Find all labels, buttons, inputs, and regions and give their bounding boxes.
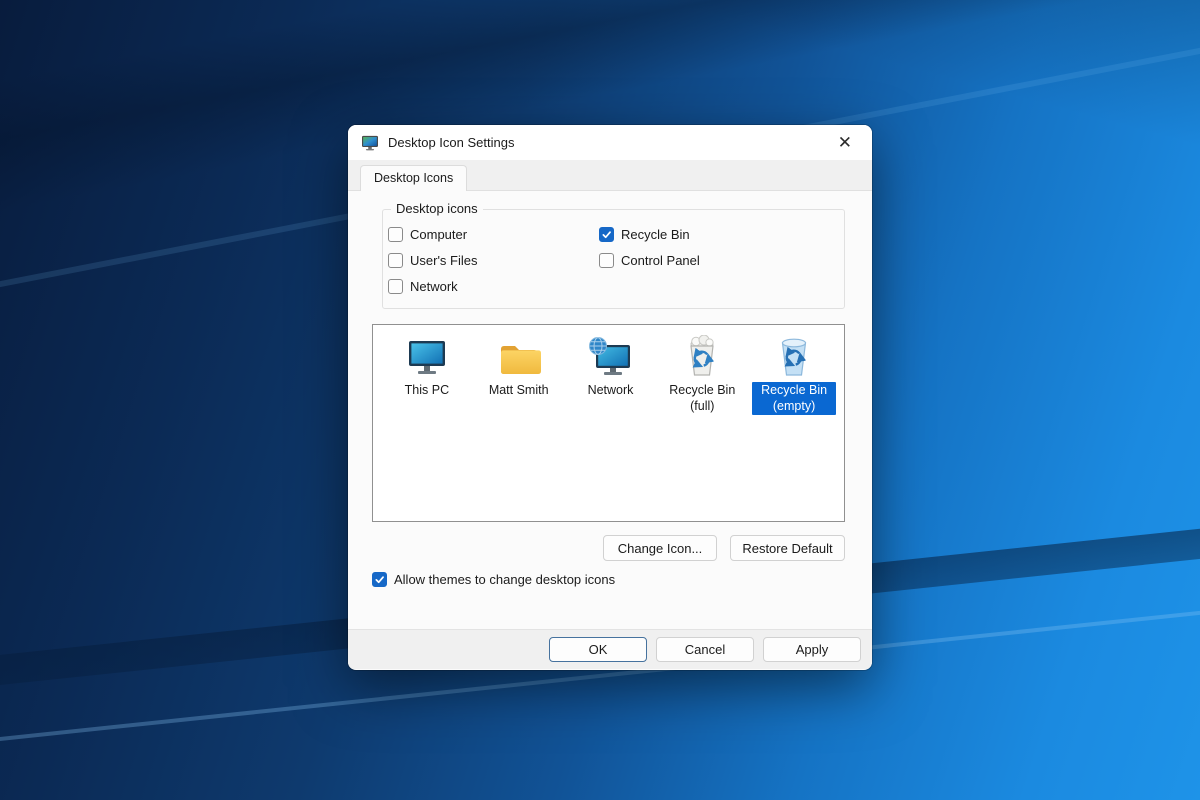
list-item-recycle-bin-full[interactable]: Recycle Bin (full) [656,335,748,415]
icon-action-row: Change Icon... Restore Default [603,535,845,561]
icon-preview-list: This PC Matt Smith [372,324,845,522]
checkbox-box[interactable] [599,227,614,242]
checkbox-grid: Computer Recycle Bin User's Files Contro… [383,210,844,294]
checkbox-box[interactable] [599,253,614,268]
checkbox-computer[interactable]: Computer [388,227,599,242]
allow-themes-checkbox[interactable]: Allow themes to change desktop icons [372,572,615,587]
tab-page: Desktop icons Computer Recycle Bin User'… [348,191,872,629]
change-icon-button[interactable]: Change Icon... [603,535,717,561]
checkbox-label: Computer [410,227,467,242]
icon-label: This PC [402,382,452,400]
groupbox-legend: Desktop icons [391,201,483,216]
tab-strip: Desktop Icons [348,160,872,191]
list-item-network[interactable]: Network [565,335,657,400]
list-item-this-pc[interactable]: This PC [381,335,473,400]
tab-desktop-icons[interactable]: Desktop Icons [360,165,467,191]
restore-default-button[interactable]: Restore Default [730,535,845,561]
icon-label: Matt Smith [486,382,552,400]
desktop-icon-settings-dialog: Desktop Icon Settings ✕ Desktop Icons De… [348,125,872,670]
ok-button[interactable]: OK [549,637,647,662]
checkbox-network[interactable]: Network [388,279,599,294]
display-settings-icon [361,135,379,151]
apply-button[interactable]: Apply [763,637,861,662]
checkbox-box[interactable] [388,279,403,294]
icon-label: Recycle Bin (empty) [752,382,836,415]
icon-label: Recycle Bin (full) [660,382,744,415]
icon-label: Network [585,382,637,400]
dialog-button-bar: OK Cancel Apply [348,629,872,669]
titlebar: Desktop Icon Settings ✕ [348,125,872,160]
checkbox-box[interactable] [388,227,403,242]
checkbox-label: Recycle Bin [621,227,690,242]
checkbox-label: Control Panel [621,253,700,268]
list-item-recycle-bin-empty[interactable]: Recycle Bin (empty) [748,335,840,415]
list-item-user-folder[interactable]: Matt Smith [473,335,565,400]
checkbox-label: Allow themes to change desktop icons [394,572,615,587]
cancel-button[interactable]: Cancel [656,637,754,662]
network-icon [587,337,633,377]
desktop-icons-groupbox: Desktop icons Computer Recycle Bin User'… [382,209,845,309]
user-folder-icon [497,341,541,377]
this-pc-icon [406,339,448,377]
checkbox-users-files[interactable]: User's Files [388,253,599,268]
checkbox-box[interactable] [388,253,403,268]
recycle-bin-full-icon [684,335,720,377]
checkbox-box[interactable] [372,572,387,587]
checkbox-label: Network [410,279,458,294]
window-title: Desktop Icon Settings [388,135,514,150]
checkbox-control-panel[interactable]: Control Panel [599,253,844,268]
checkbox-recycle-bin[interactable]: Recycle Bin [599,227,844,242]
checkbox-label: User's Files [410,253,478,268]
close-icon[interactable]: ✕ [834,132,856,153]
recycle-bin-empty-icon [776,335,812,377]
